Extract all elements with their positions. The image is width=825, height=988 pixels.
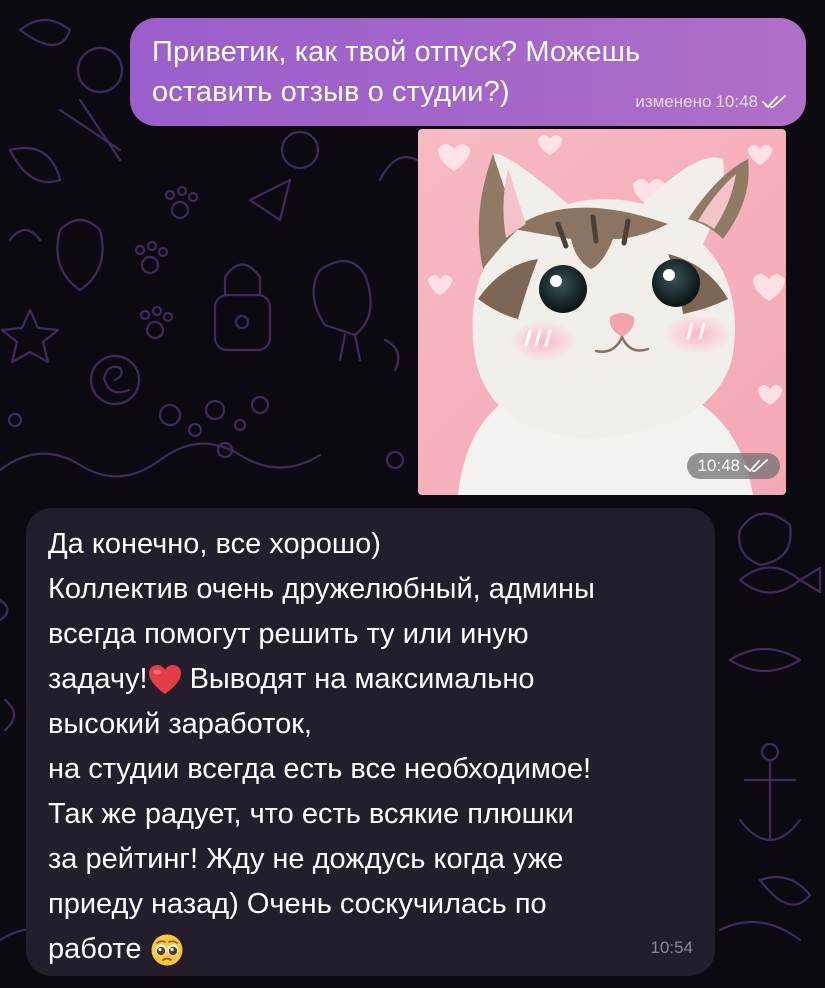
incoming-message-text-line: Коллектив очень дружелюбный, админы [48, 573, 595, 605]
incoming-message-text-fragment: работе [48, 933, 142, 965]
message-time: 10:54 [650, 938, 693, 957]
double-check-icon [762, 95, 786, 108]
incoming-message-bubble[interactable]: Да конечно, все хорошо) Коллектив очень … [26, 508, 715, 976]
cat-photo [418, 129, 786, 495]
incoming-message-text-line: Так же радует, что есть всякие плюшки [48, 798, 574, 830]
red-heart-emoji [148, 665, 181, 695]
edited-label: изменено [635, 92, 712, 111]
incoming-message-text-line: Да конечно, все хорошо) [48, 528, 381, 560]
incoming-message-text-line: высокий заработок, [48, 708, 312, 740]
incoming-message-text-line: за рейтинг! Жду не дождусь когда уже [48, 843, 564, 875]
photo-message[interactable]: 10:48 [418, 129, 786, 495]
incoming-message-text-fragment: задачу! [48, 663, 148, 695]
incoming-message-text-line: на студии всегда есть все необходимое! [48, 753, 592, 785]
pleading-face-emoji [151, 934, 183, 966]
double-check-icon [744, 459, 768, 472]
photo-message-meta: 10:48 [687, 453, 780, 479]
outgoing-message-bubble[interactable]: Приветик, как твой отпуск? Можешь остави… [130, 18, 806, 126]
incoming-message-text-line: всегда помогут решить ту или иную [48, 618, 529, 650]
incoming-message-text-line: приеду назад) Очень соскучилась по [48, 888, 547, 920]
outgoing-message-text-line: Приветик, как твой отпуск? Можешь [152, 36, 641, 68]
incoming-message-text-line: работе [48, 927, 697, 972]
incoming-message-text-line: задачу! Выводят на максимально [48, 657, 697, 702]
outgoing-message-meta: изменено 10:48 [635, 92, 788, 112]
incoming-message-text-fragment: Выводят на максимально [181, 663, 535, 695]
message-time: 10:48 [715, 92, 758, 111]
message-time: 10:48 [697, 456, 740, 475]
